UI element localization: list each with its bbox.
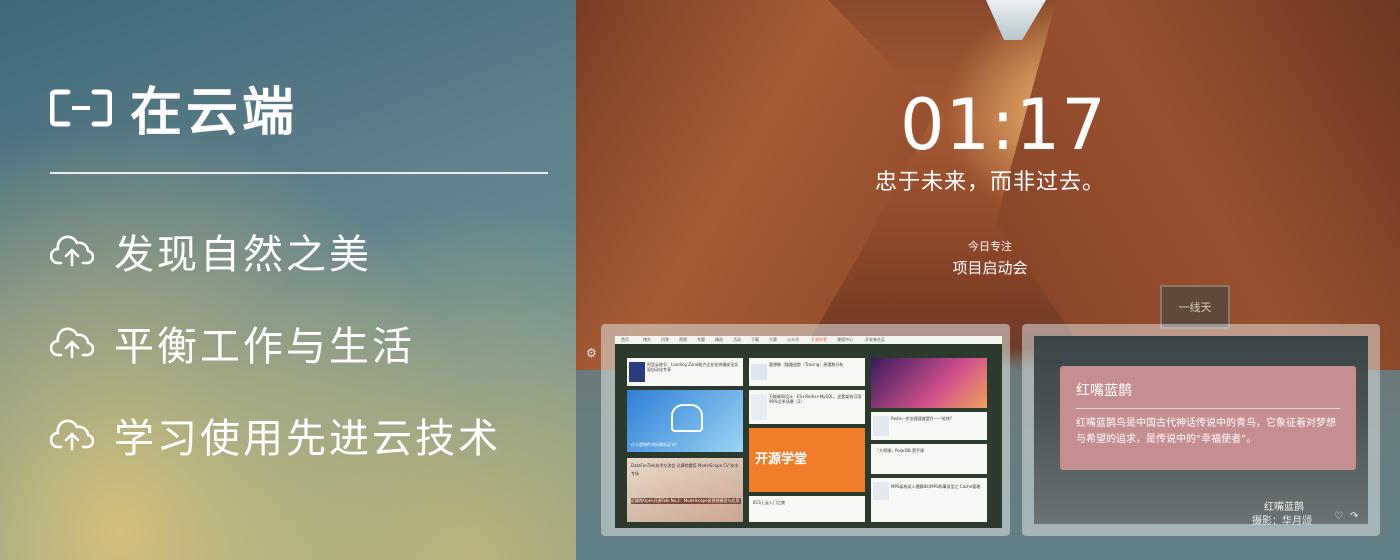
feature-label: 发现自然之美 [114, 232, 372, 278]
site-article-title: 『大师课』PolarDB 黑手课 [875, 448, 925, 453]
note-title: 红嘴蓝鹊 [1076, 383, 1132, 399]
site-article: 要想做（链路追踪（Tracing）原理和分析 [749, 358, 865, 386]
site-nav-item: 精选 [715, 337, 723, 342]
feature-label: 学习使用先进云技术 [114, 416, 501, 462]
note-divider [1076, 408, 1340, 409]
site-event-subtitle: 近摩院Open开源Talk No.2：Modelscope显视视模型与应用 [631, 498, 741, 504]
share-icon[interactable]: ↷ [1350, 511, 1358, 522]
site-nav-item: 下载 [751, 337, 759, 342]
site-article-title: Redis一步治理速度提升一一倍快? [891, 416, 952, 421]
site-screenshot-card: 首页 博文 问答 视频 专题 精选 活动 下载 大赛 公众号 开源学堂 课程中心… [601, 324, 1010, 536]
site-image-cloud-lock: 什么是物件代码事实证书? [627, 390, 743, 452]
site-nav-item: 问答 [661, 337, 669, 342]
bird-name: 红嘴蓝鹊 [1264, 502, 1304, 513]
site-nav-item: 开源学堂 [811, 337, 827, 342]
site-article: Redis一步治理速度提升一一倍快? [871, 412, 987, 440]
site-nav-item: 课程中心 [837, 337, 853, 342]
site-article-title: 要想做（链路追踪（Tracing）原理和分析 [769, 362, 844, 367]
site-article-title: 阿里云账号：Landing Zone助力企业在终端安全实现自动化专享 [647, 362, 739, 372]
site-article-title: 万能联网设计：ES+Redis+MySQL，这套架构可用99%全系场景（2） [769, 394, 862, 404]
site-nav-item: 首页 [621, 337, 629, 342]
site-nav-item: 专题 [697, 337, 705, 342]
feature-item: 发现自然之美 [50, 222, 372, 280]
canyon-sign: 一线天 [1160, 285, 1230, 329]
site-article: 『大师课』PolarDB 黑手课 [871, 444, 987, 474]
site-article-title: 什么是物件代码事实证书? [631, 442, 678, 447]
photo-credit: 摄影：华月颂 [1252, 516, 1312, 527]
note-card: 红嘴蓝鹊 红嘴蓝鹊鸟是中国古代神话传说中的青鸟，它象征着对梦想与希望的追求，是传… [1022, 324, 1380, 536]
feature-item: 学习使用先进云技术 [50, 406, 501, 464]
site-nav-item: 视频 [679, 337, 687, 342]
focus-task[interactable]: 项目启动会 [930, 257, 1050, 278]
site-article: 万能联网设计：ES+Redis+MySQL，这套架构可用99%全系场景（2） [749, 390, 865, 424]
cloud-upload-icon [50, 419, 94, 451]
brand: 在云端 [50, 70, 298, 145]
info-note: 红嘴蓝鹊 红嘴蓝鹊鸟是中国古代神话传说中的青鸟，它象征着对梦想与希望的追求，是传… [1060, 366, 1356, 470]
site-screenshot: 首页 博文 问答 视频 专题 精选 活动 下载 大赛 公众号 开源学堂 课程中心… [615, 336, 1002, 528]
focus-label: 今日专注 [968, 240, 1012, 253]
cloud-upload-icon [50, 327, 94, 359]
site-nav-item: 公众号 [787, 337, 799, 342]
site-article-title: MPS架构深入理解Bit/MPS和事务型之 Cache管理 [891, 484, 981, 489]
site-nav-item: 博文 [643, 337, 651, 342]
site-article: MPS架构深入理解Bit/MPS和事务型之 Cache管理 [871, 478, 987, 522]
note-pointer [1310, 440, 1326, 448]
site-article-title: ECS上云入门之旅 [753, 500, 785, 505]
site-banner-title: 开源学堂 [755, 452, 808, 467]
note-text: 红嘴蓝鹊鸟是中国古代神话传说中的青鸟，它象征着对梦想与希望的追求，是传说中的“幸… [1076, 418, 1336, 445]
site-article: 阿里云账号：Landing Zone助力企业在终端安全实现自动化专享 [627, 358, 743, 386]
settings-icon[interactable]: ⚙ [586, 346, 597, 360]
divider [50, 172, 548, 174]
feature-label: 平衡工作与生活 [114, 324, 415, 370]
promo-panel: 在云端 发现自然之美 平衡工作与生活 学习使用先进云技术 [0, 0, 600, 560]
motto-text: 忠于未来，而非过去。 [874, 170, 1105, 195]
site-nav: 首页 博文 问答 视频 专题 精选 活动 下载 大赛 公众号 开源学堂 课程中心… [615, 336, 1002, 344]
heart-icon[interactable]: ♡ [1334, 511, 1343, 522]
site-image-opensource: 开源学堂 [749, 428, 865, 492]
clock-time: 01:17 [900, 84, 1107, 166]
site-article: ECS上云入门之旅 [749, 496, 865, 522]
aliyun-bracket-icon [50, 89, 112, 126]
site-event-title: DataFunTalk技术交流会 达摩院魔搭 ModelScope CV 技术专… [631, 463, 739, 476]
site-nav-item: 大赛 [769, 337, 777, 342]
site-image-conference [871, 358, 987, 408]
site-nav-item: 开发者社区 [865, 337, 885, 342]
sign-text: 一线天 [1178, 301, 1212, 314]
site-image-event: DataFunTalk技术交流会 达摩院魔搭 ModelScope CV 技术专… [627, 458, 743, 522]
note-background: 红嘴蓝鹊 红嘴蓝鹊鸟是中国古代神话传说中的青鸟，它象征着对梦想与希望的追求，是传… [1034, 336, 1368, 527]
site-nav-item: 活动 [733, 337, 741, 342]
brand-title: 在云端 [130, 83, 299, 143]
canyon-sky [986, 0, 1046, 40]
feature-item: 平衡工作与生活 [50, 314, 415, 372]
cloud-upload-icon [50, 235, 94, 267]
